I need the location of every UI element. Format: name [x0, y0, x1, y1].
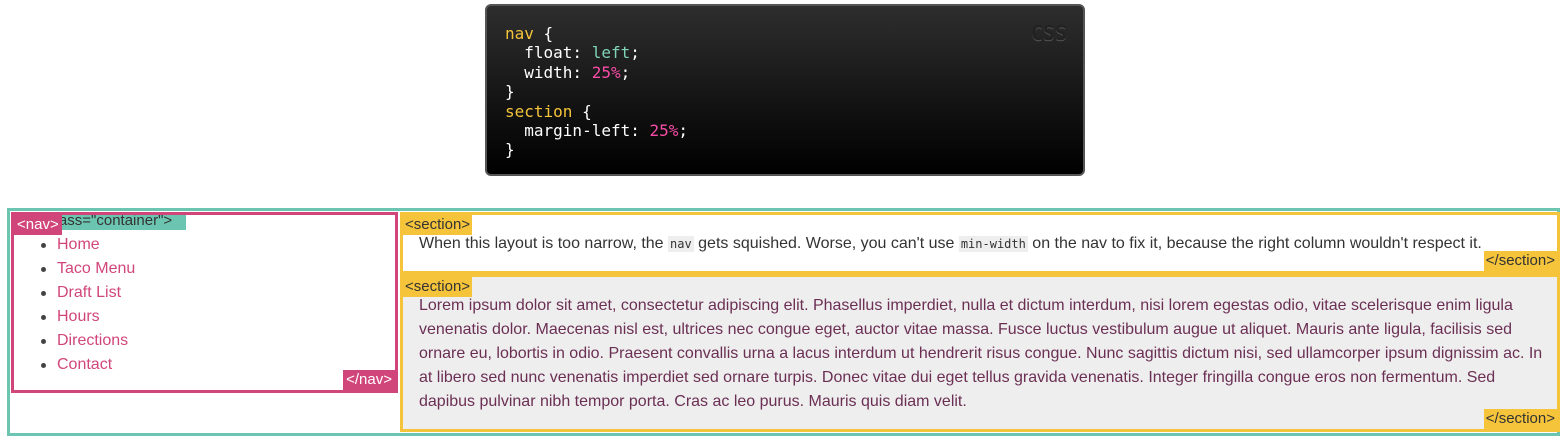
code-line: nav {: [505, 24, 688, 43]
code-punct: ;: [630, 43, 640, 63]
nav-item-directions: Directions: [41, 329, 135, 353]
section-2-text: Lorem ipsum dolor sit amet, consectetur …: [419, 297, 1543, 410]
code-selector: section: [505, 101, 573, 121]
nav-open-tag: <nav>: [14, 215, 62, 235]
code-line: }: [505, 140, 688, 159]
nav-item-home: Home: [41, 233, 135, 257]
code-selector: nav: [505, 24, 534, 43]
nav-item-contact: Contact: [41, 353, 135, 377]
code-punct: {: [533, 24, 554, 43]
code-line: section {: [505, 102, 688, 121]
demo-nav: <nav> Home Taco Menu Draft List Hours Di…: [11, 212, 398, 393]
text-run: on the nav to fix it, because the right …: [1027, 235, 1482, 252]
code-content: nav { float: left; width: 25%;} section {…: [505, 24, 688, 160]
code-line: width: 25%;: [505, 63, 688, 82]
demo-section-2: <section> Lorem ipsum dolor sit amet, co…: [400, 274, 1560, 432]
nav-link-home[interactable]: Home: [57, 236, 100, 253]
bullet-icon: [41, 315, 46, 320]
bullet-icon: [41, 267, 46, 272]
nav-item-taco-menu: Taco Menu: [41, 257, 135, 281]
nav-item-hours: Hours: [41, 305, 135, 329]
code-language-label: CSS: [1030, 21, 1067, 45]
inline-code: min-width: [958, 236, 1028, 252]
nav-list: Home Taco Menu Draft List Hours Directio…: [41, 233, 135, 377]
code-number: 25%: [591, 62, 621, 82]
section-1-text: When this layout is too narrow, the nav …: [419, 232, 1482, 256]
section-close-tag: </section>: [1483, 409, 1557, 429]
code-value: left: [591, 43, 631, 63]
demo-section-1: <section> When this layout is too narrow…: [400, 212, 1560, 274]
section-close-tag: </section>: [1483, 251, 1557, 271]
code-line: margin-left: 25%;: [505, 121, 688, 140]
bullet-icon: [41, 291, 46, 296]
code-punct: }: [505, 140, 515, 160]
nav-link-draft-list[interactable]: Draft List: [57, 284, 121, 301]
code-punct: ;: [678, 121, 689, 141]
code-property: float:: [505, 43, 592, 63]
text-run: gets squished. Worse, you can't use: [693, 235, 959, 252]
bullet-icon: [41, 339, 46, 344]
code-punct: }: [505, 82, 515, 102]
code-number: 25%: [649, 121, 679, 141]
code-punct: {: [572, 101, 592, 121]
nav-link-directions[interactable]: Directions: [57, 332, 128, 349]
bullet-icon: [41, 243, 46, 248]
text-run: When this layout is too narrow, the: [419, 235, 669, 252]
css-code-block: CSS nav { float: left; width: 25%;} secti…: [485, 4, 1085, 176]
nav-link-hours[interactable]: Hours: [57, 308, 100, 325]
code-property: margin-left:: [505, 121, 650, 141]
inline-code: nav: [668, 236, 694, 252]
nav-link-contact[interactable]: Contact: [57, 356, 112, 373]
code-line: }: [505, 82, 688, 101]
demo-container: <div class="container"> <nav> Home Taco …: [7, 208, 1560, 436]
code-line: float: left;: [505, 43, 688, 62]
nav-link-taco-menu[interactable]: Taco Menu: [57, 260, 135, 277]
code-property: width:: [505, 62, 592, 82]
nav-close-tag: </nav>: [343, 370, 395, 390]
nav-item-draft-list: Draft List: [41, 281, 135, 305]
bullet-icon: [41, 363, 46, 368]
code-punct: ;: [620, 62, 631, 82]
